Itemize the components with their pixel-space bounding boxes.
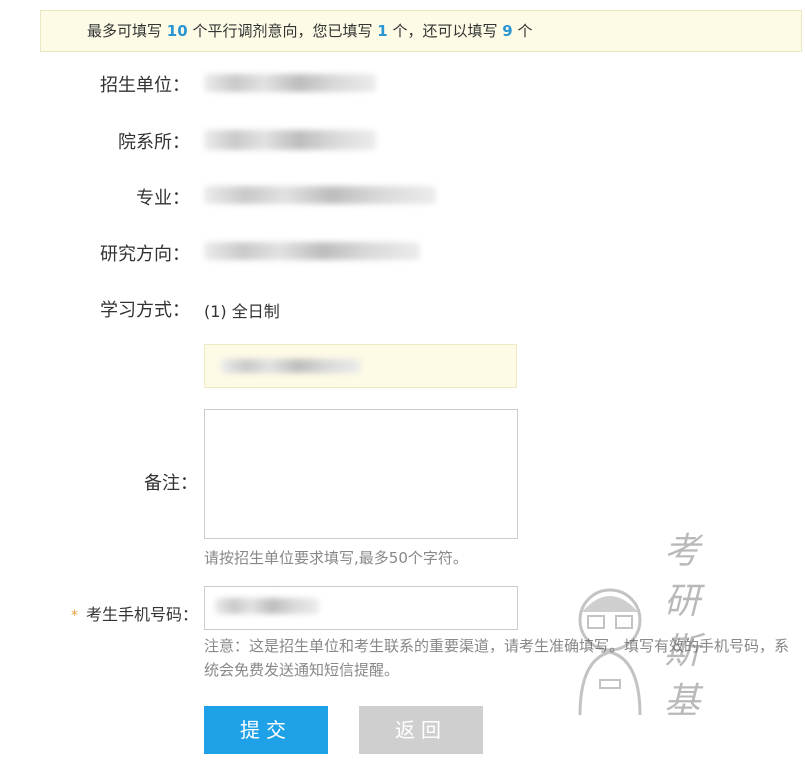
study-mode-label: 学习方式： <box>100 300 190 321</box>
watermark-char-2: 研 <box>664 581 701 622</box>
remark-hint: 请按招生单位要求填写,最多50个字符。 <box>204 549 468 567</box>
major-value-blurred <box>204 186 436 204</box>
phone-hint: 注意：这是招生单位和考生联系的重要渠道，请考生准确填写。填写有效的手机号码，系统… <box>204 637 790 679</box>
notice-suffix: 个 <box>517 22 533 40</box>
direction-value-blurred <box>204 242 420 260</box>
notice-max-count: 10 <box>166 22 188 40</box>
watermark-char-4: 基 <box>664 681 701 722</box>
study-mode-value: (1) 全日制 <box>204 302 280 321</box>
submit-button[interactable]: 提交 <box>204 706 328 754</box>
required-asterisk: * <box>70 608 78 624</box>
major-label: 专业： <box>136 188 190 209</box>
remark-textarea[interactable] <box>204 409 518 539</box>
notice-filled-count: 1 <box>377 22 388 40</box>
plan-info-box <box>204 344 517 388</box>
notice-after-filled: 个，还可以填写 <box>392 22 498 40</box>
watermark-char-3: 斯 <box>664 631 701 672</box>
remark-label: 备注： <box>144 473 198 494</box>
notice-remaining-count: 9 <box>502 22 513 40</box>
watermark-char-1: 考 <box>664 531 701 572</box>
quota-notice-banner: 最多可填写 10 个平行调剂意向，您已填写 1 个，还可以填写 9 个 <box>40 10 802 52</box>
phone-label-text: 考生手机号码： <box>85 605 198 624</box>
phone-value-blurred <box>215 598 319 614</box>
plan-info-blurred <box>221 359 361 373</box>
back-button[interactable]: 返回 <box>359 706 483 754</box>
phone-label: * 考生手机号码： <box>40 601 198 625</box>
dept-label: 院系所： <box>118 132 190 153</box>
unit-value-blurred <box>204 74 376 92</box>
phone-input[interactable] <box>204 586 518 630</box>
dept-value-blurred <box>204 130 376 150</box>
notice-middle: 个平行调剂意向，您已填写 <box>192 22 373 40</box>
direction-label: 研究方向： <box>100 244 190 265</box>
notice-prefix: 最多可填写 <box>87 22 163 40</box>
unit-label: 招生单位： <box>100 75 190 96</box>
